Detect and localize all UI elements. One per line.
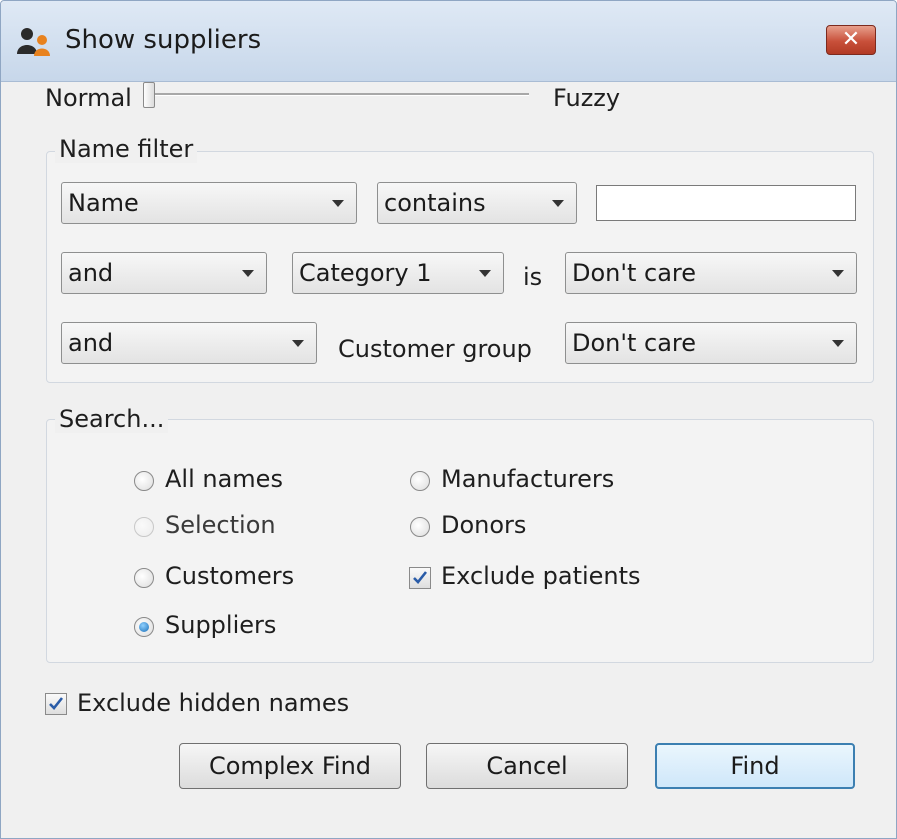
category-select[interactable]: Category 1 [292, 252, 504, 294]
chevron-down-icon [332, 200, 344, 207]
radio-all-names-label[interactable]: All names [165, 465, 283, 493]
fuzziness-slider-track[interactable] [149, 93, 529, 96]
exclude-hidden-names-checkbox[interactable] [45, 693, 67, 715]
customer-group-label: Customer group [338, 335, 532, 363]
name-field-value: Name [68, 189, 139, 217]
radio-selected-dot [139, 622, 149, 632]
radio-all-names[interactable] [134, 471, 154, 491]
operator-select[interactable]: contains [377, 182, 577, 224]
exclude-patients-label[interactable]: Exclude patients [441, 562, 641, 590]
category-value: Category 1 [299, 259, 432, 287]
chevron-down-icon [552, 200, 564, 207]
radio-customers[interactable] [134, 568, 154, 588]
exclude-hidden-names-label[interactable]: Exclude hidden names [77, 689, 349, 717]
radio-customers-label[interactable]: Customers [165, 562, 294, 590]
close-icon: ✕ [841, 27, 861, 52]
conjunction-value-2: and [68, 329, 114, 357]
category-value-selected: Don't care [572, 259, 697, 287]
radio-suppliers[interactable] [134, 617, 154, 637]
find-button[interactable]: Find [655, 743, 855, 789]
search-legend: Search... [55, 405, 169, 433]
operator-value: contains [384, 189, 486, 217]
window-title: Show suppliers [65, 25, 262, 55]
conjunction-select-1[interactable]: and [61, 252, 267, 294]
radio-selection[interactable] [134, 517, 154, 537]
close-button[interactable]: ✕ [826, 25, 876, 55]
chevron-down-icon [292, 340, 304, 347]
chevron-down-icon [242, 270, 254, 277]
radio-donors[interactable] [410, 517, 430, 537]
conjunction-select-2[interactable]: and [61, 322, 317, 364]
complex-find-button[interactable]: Complex Find [179, 743, 401, 789]
name-field-select[interactable]: Name [61, 182, 357, 224]
customer-group-select[interactable]: Don't care [565, 322, 857, 364]
is-label: is [523, 263, 543, 291]
name-filter-legend: Name filter [55, 135, 198, 163]
chevron-down-icon [479, 270, 491, 277]
radio-manufacturers-label[interactable]: Manufacturers [441, 465, 614, 493]
slider-fuzzy-label: Fuzzy [553, 84, 621, 112]
chevron-down-icon [832, 270, 844, 277]
checkmark-icon [413, 571, 428, 584]
checkmark-icon [49, 697, 64, 710]
name-filter-input[interactable] [596, 185, 856, 221]
cancel-button[interactable]: Cancel [426, 743, 628, 789]
title-bar[interactable]: Show suppliers ✕ [1, 1, 896, 82]
people-icon [17, 28, 50, 56]
radio-manufacturers[interactable] [410, 471, 430, 491]
slider-normal-label: Normal [45, 84, 132, 112]
conjunction-value-1: and [68, 259, 114, 287]
customer-group-value: Don't care [572, 329, 697, 357]
exclude-patients-checkbox[interactable] [409, 567, 431, 589]
show-suppliers-dialog: Show suppliers ✕ Normal Fuzzy Name filte… [0, 0, 897, 839]
fuzziness-slider-thumb[interactable] [143, 82, 155, 108]
radio-selection-label[interactable]: Selection [165, 511, 276, 539]
radio-suppliers-label[interactable]: Suppliers [165, 611, 276, 639]
category-value-select[interactable]: Don't care [565, 252, 857, 294]
radio-donors-label[interactable]: Donors [441, 511, 526, 539]
chevron-down-icon [832, 340, 844, 347]
